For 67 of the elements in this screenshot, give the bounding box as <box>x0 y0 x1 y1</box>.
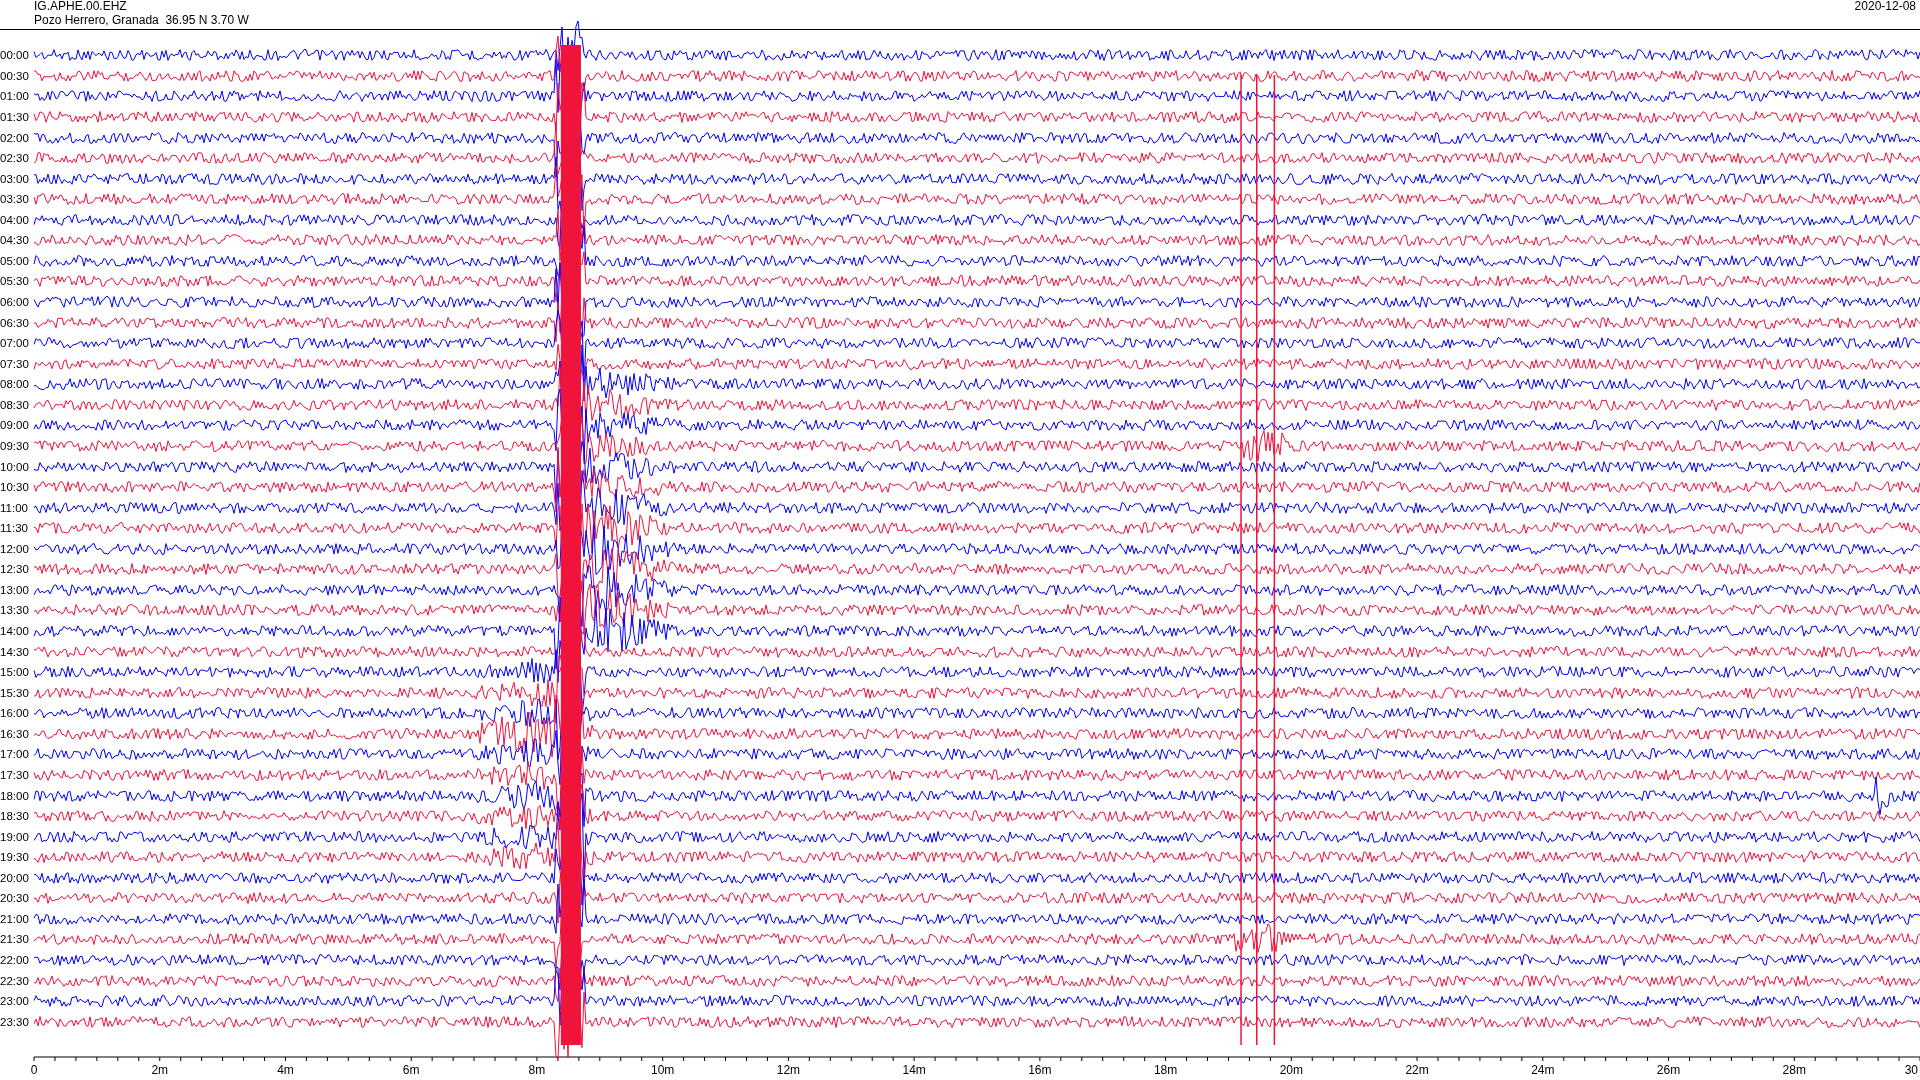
time-label: 10:00 <box>0 460 30 473</box>
time-label: 07:30 <box>0 357 30 370</box>
time-label: 13:00 <box>0 583 30 596</box>
time-label: 22:30 <box>0 974 30 987</box>
time-label: 01:30 <box>0 110 30 123</box>
station-code: IG.APHE.00.EHZ <box>34 0 128 13</box>
station-location: Pozo Herrero, Granada 36.95 N 3.70 W <box>34 13 249 27</box>
axis-label: 24m <box>1531 1063 1555 1077</box>
axis-label: 20m <box>1279 1063 1303 1077</box>
time-label: 21:00 <box>0 912 30 925</box>
axis-label: 18m <box>1153 1063 1178 1077</box>
time-label: 02:30 <box>0 152 30 165</box>
date-label: 2020-12-08 <box>1854 0 1916 15</box>
axis-label: 14m <box>902 1063 926 1077</box>
time-label: 14:30 <box>0 645 30 658</box>
time-label: 09:30 <box>0 439 30 452</box>
time-label: 19:30 <box>0 851 30 864</box>
time-label: 03:30 <box>0 193 30 206</box>
time-label: 00:00 <box>0 49 30 62</box>
time-label: 08:30 <box>0 398 30 411</box>
axis-label: 0 <box>30 1063 38 1077</box>
axis-label: 2m <box>151 1063 169 1077</box>
time-label: 11:00 <box>0 501 29 514</box>
time-label: 20:30 <box>0 892 30 905</box>
time-label: 02:00 <box>0 131 30 144</box>
time-label: 04:30 <box>0 234 30 247</box>
time-label: 15:30 <box>0 686 30 699</box>
axis-label: 16m <box>1028 1063 1052 1077</box>
time-label: 17:00 <box>0 748 30 761</box>
time-label: 10:30 <box>0 481 30 494</box>
time-label: 15:00 <box>0 666 30 679</box>
time-label: 16:30 <box>0 727 30 740</box>
time-label: 07:00 <box>0 337 30 350</box>
time-label: 08:00 <box>0 378 30 391</box>
axis-label: 4m <box>277 1063 294 1077</box>
time-label: 12:30 <box>0 563 30 576</box>
time-label: 12:00 <box>0 542 30 555</box>
time-label: 16:00 <box>0 707 30 720</box>
time-label: 19:00 <box>0 830 30 843</box>
time-label: 20:00 <box>0 871 30 884</box>
time-label: 01:00 <box>0 90 30 103</box>
time-label: 21:30 <box>0 933 30 946</box>
time-label: 13:30 <box>0 604 30 617</box>
time-label: 17:30 <box>0 768 30 781</box>
time-label: 05:30 <box>0 275 30 288</box>
time-label: 23:30 <box>0 1015 30 1028</box>
axis-label: 30 <box>1904 1063 1918 1077</box>
axis-label: 12m <box>776 1063 801 1077</box>
time-label: 23:00 <box>0 995 30 1008</box>
axis-label: 6m <box>402 1063 420 1077</box>
axis-label: 10m <box>651 1063 675 1077</box>
time-label: 14:00 <box>0 625 30 638</box>
time-label: 06:00 <box>0 296 30 309</box>
time-label: 03:00 <box>0 172 30 185</box>
time-label: 09:00 <box>0 419 30 432</box>
time-label: 00:30 <box>0 69 30 82</box>
axis-label: 26m <box>1656 1063 1681 1077</box>
axis-label: 8m <box>528 1063 546 1077</box>
time-label: 06:30 <box>0 316 30 329</box>
axis-label: 22m <box>1405 1063 1429 1077</box>
time-label: 05:00 <box>0 254 30 267</box>
axis-label: 28m <box>1782 1063 1806 1077</box>
time-label: 11:30 <box>0 522 29 535</box>
time-label: 18:30 <box>0 810 30 823</box>
time-label: 18:00 <box>0 789 30 802</box>
time-label: 04:00 <box>0 213 30 226</box>
time-label: 22:00 <box>0 954 30 967</box>
